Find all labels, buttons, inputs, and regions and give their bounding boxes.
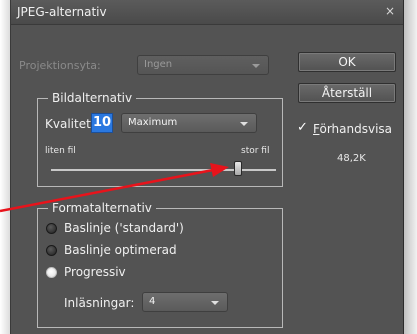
annotation-arrow-line bbox=[0, 168, 214, 213]
annotation-arrow bbox=[0, 163, 229, 213]
annotation-arrow-head bbox=[210, 163, 229, 177]
